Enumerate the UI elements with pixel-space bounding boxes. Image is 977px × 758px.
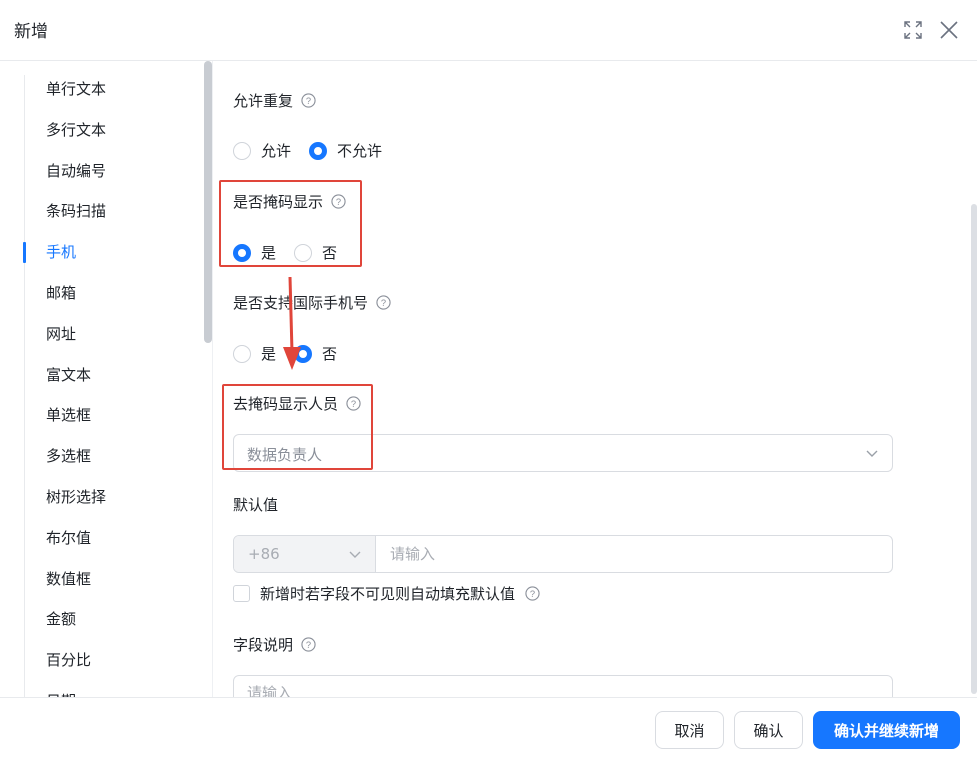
- radio-label: 否: [322, 345, 338, 363]
- autofill-checkbox-row: 新增时若字段不可见则自动填充默认值 ?: [233, 583, 540, 604]
- sidebar-item[interactable]: 富文本: [24, 355, 106, 396]
- sidebar-list: 单行文本 多行文本 自动编号 条码扫描 手机 邮箱 网址 富文本 单选框 多选框 树形选择 布尔值 数值…: [22, 69, 106, 697]
- unmask-users-label: 去掩码显示人员 ?: [233, 393, 361, 414]
- cancel-button[interactable]: 取消: [655, 711, 724, 749]
- allow-duplicate-label: 允许重复 ?: [233, 90, 316, 111]
- sidebar-item[interactable]: 数值框: [24, 559, 106, 600]
- default-value-label: 默认值: [233, 494, 278, 515]
- sidebar-item[interactable]: 多选框: [24, 436, 106, 477]
- radio-label: 是: [261, 244, 277, 262]
- form-content: 允许重复 ? 允许 不允许 是否掩码显示 ? 是 否 是否支持国际手机号 ? 是…: [214, 61, 977, 697]
- header-actions: [901, 18, 961, 42]
- svg-text:?: ?: [306, 640, 311, 650]
- unmask-users-label-text: 去掩码显示人员: [233, 395, 339, 413]
- sidebar-item[interactable]: 单行文本: [24, 69, 106, 110]
- autofill-checkbox-label: 新增时若字段不可见则自动填充默认值: [260, 585, 516, 603]
- radio-label: 是: [261, 345, 277, 363]
- sidebar-item[interactable]: 金额: [24, 599, 106, 640]
- sidebar-item[interactable]: 单选框: [24, 395, 106, 436]
- sidebar-item[interactable]: 手机: [22, 232, 106, 273]
- dialog-title: 新增: [14, 22, 48, 42]
- content-scrollbar[interactable]: [971, 204, 977, 694]
- confirm-button[interactable]: 确认: [734, 711, 803, 749]
- dialog-footer: 取消 确认 确认并继续新增: [0, 697, 977, 758]
- field-type-sidebar: 单行文本 多行文本 自动编号 条码扫描 手机 邮箱 网址 富文本 单选框 多选框 树形选择 布尔值 数值…: [0, 61, 213, 697]
- help-icon[interactable]: ?: [301, 93, 316, 108]
- sidebar-item[interactable]: 树形选择: [24, 477, 106, 518]
- allow-duplicate-label-text: 允许重复: [233, 92, 294, 110]
- radio-mask-no[interactable]: [294, 243, 313, 262]
- description-textarea[interactable]: [233, 675, 893, 697]
- help-icon[interactable]: ?: [376, 295, 391, 310]
- international-label-text: 是否支持国际手机号: [233, 294, 369, 312]
- sidebar-item[interactable]: 布尔值: [24, 518, 106, 559]
- chevron-down-icon: [864, 445, 880, 461]
- svg-text:?: ?: [381, 298, 386, 308]
- radio-option-disallow[interactable]: 不允许: [309, 140, 382, 161]
- radio-label: 不允许: [337, 142, 383, 160]
- sidebar-item[interactable]: 百分比: [24, 640, 106, 681]
- help-icon[interactable]: ?: [346, 396, 361, 411]
- autofill-checkbox[interactable]: [233, 585, 250, 602]
- svg-text:?: ?: [351, 399, 356, 409]
- country-code-select[interactable]: +86: [234, 536, 376, 572]
- default-phone-input[interactable]: [377, 536, 892, 572]
- sidebar-item[interactable]: 日期: [24, 681, 106, 697]
- mask-display-label: 是否掩码显示 ?: [233, 191, 346, 212]
- radio-mask-yes[interactable]: [233, 243, 251, 262]
- radio-option-mask-yes[interactable]: 是: [233, 242, 276, 263]
- sidebar-item[interactable]: 多行文本: [24, 110, 106, 151]
- radio-disallow[interactable]: [309, 141, 328, 160]
- sidebar-item[interactable]: 邮箱: [24, 273, 106, 314]
- sidebar-scrollbar[interactable]: [204, 61, 212, 343]
- svg-text:?: ?: [530, 589, 535, 599]
- help-icon[interactable]: ?: [331, 194, 346, 209]
- sidebar-item[interactable]: 网址: [24, 314, 106, 355]
- radio-option-allow[interactable]: 允许: [233, 140, 291, 161]
- sidebar-item[interactable]: 条码扫描: [24, 191, 106, 232]
- svg-text:?: ?: [336, 197, 341, 207]
- sidebar-item[interactable]: 自动编号: [24, 151, 106, 192]
- svg-text:?: ?: [306, 96, 311, 106]
- unmask-users-select[interactable]: 数据负责人: [233, 434, 893, 472]
- default-phone-input-group: +86: [233, 535, 893, 573]
- description-label-text: 字段说明: [233, 636, 294, 654]
- description-label: 字段说明 ?: [233, 634, 316, 655]
- radio-option-mask-no[interactable]: 否: [294, 242, 337, 263]
- international-radio-group: 是 否: [233, 343, 337, 364]
- international-label: 是否支持国际手机号 ?: [233, 292, 391, 313]
- dialog-header: 新增: [0, 0, 977, 61]
- radio-allow[interactable]: [233, 141, 251, 160]
- fullscreen-icon[interactable]: [901, 18, 925, 42]
- mask-display-label-text: 是否掩码显示: [233, 193, 324, 211]
- default-value-label-text: 默认值: [233, 496, 279, 514]
- radio-label: 否: [322, 244, 338, 262]
- radio-option-intl-no[interactable]: 否: [294, 343, 337, 364]
- chevron-down-icon: [347, 546, 363, 562]
- mask-display-radio-group: 是 否: [233, 242, 337, 263]
- radio-label: 允许: [261, 142, 292, 160]
- allow-duplicate-radio-group: 允许 不允许: [233, 140, 382, 161]
- radio-intl-no[interactable]: [294, 344, 313, 363]
- help-icon[interactable]: ?: [525, 586, 540, 601]
- close-icon[interactable]: [937, 18, 961, 42]
- radio-option-intl-yes[interactable]: 是: [233, 343, 276, 364]
- unmask-users-select-value: 数据负责人: [247, 446, 323, 464]
- help-icon[interactable]: ?: [301, 637, 316, 652]
- confirm-and-continue-button[interactable]: 确认并继续新增: [813, 711, 960, 749]
- radio-intl-yes[interactable]: [233, 344, 251, 363]
- country-code-value: +86: [248, 545, 280, 563]
